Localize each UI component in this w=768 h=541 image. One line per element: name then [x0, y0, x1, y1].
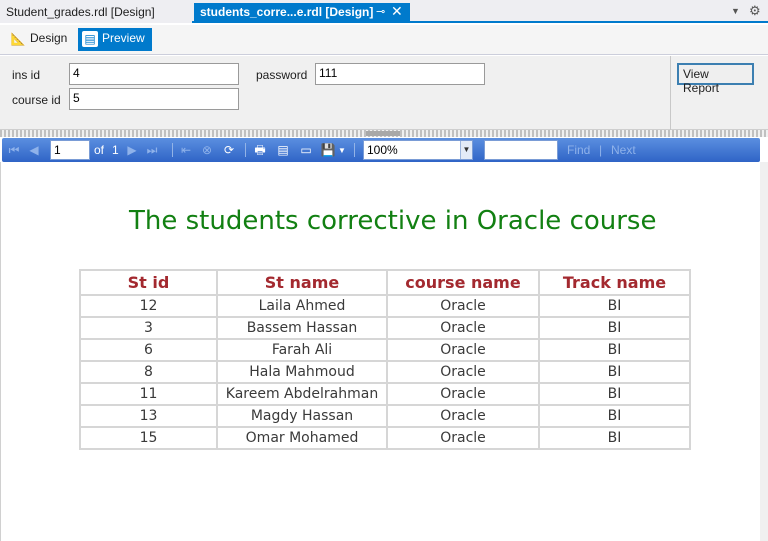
splitter[interactable] — [0, 130, 768, 137]
column-header: Track name — [538, 269, 691, 296]
table-header-row: St id St name course name Track name — [79, 269, 691, 296]
report-toolbar: ⏮ ◀ 1 of 1 ▶ ⏭ ⇤ ⊗ ⟳ 🖶 ▤ ▭ 💾 ▼ 100% ▼ Fi… — [2, 138, 760, 162]
first-page-icon[interactable]: ⏮ — [6, 142, 22, 158]
design-icon: 📐 — [10, 32, 26, 46]
table-cell: Hala Mahmoud — [216, 360, 388, 384]
table-cell: Kareem Abdelrahman — [216, 382, 388, 406]
course-id-label: course id — [12, 93, 61, 107]
tab-label: students_corre...e.rdl [Design] — [200, 5, 374, 19]
table-cell: Oracle — [386, 338, 540, 362]
divider — [670, 56, 671, 130]
table-cell: 11 — [79, 382, 218, 406]
report-table: St id St name course name Track name 12 L… — [79, 269, 691, 450]
tab-students-corrective[interactable]: students_corre...e.rdl [Design] ⊸ ✕ — [194, 3, 410, 23]
stop-icon[interactable]: ⊗ — [199, 142, 215, 158]
previous-page-icon[interactable]: ◀ — [26, 142, 42, 158]
table-cell: Oracle — [386, 426, 540, 450]
zoom-value: 100% — [367, 143, 398, 157]
table-cell: Bassem Hassan — [216, 316, 388, 340]
table-cell: BI — [538, 404, 691, 428]
pin-icon[interactable]: ⊸ — [376, 5, 385, 18]
table-cell: Omar Mohamed — [216, 426, 388, 450]
table-cell: 8 — [79, 360, 218, 384]
splitter-grip[interactable] — [366, 131, 400, 136]
report-parameters-panel: ins id 4 password 111 course id 5 View R… — [0, 56, 768, 130]
table-cell: 15 — [79, 426, 218, 450]
print-layout-icon[interactable]: ▤ — [275, 142, 291, 158]
table-cell: 6 — [79, 338, 218, 362]
design-button[interactable]: 📐 Design — [6, 28, 74, 51]
find-link[interactable]: Find — [567, 143, 590, 157]
page-setup-icon[interactable]: ▭ — [298, 142, 314, 158]
table-cell: Oracle — [386, 294, 540, 318]
course-id-field[interactable]: 5 — [69, 88, 239, 110]
preview-button[interactable]: ▤ Preview — [78, 28, 152, 51]
report-title: The students corrective in Oracle course — [129, 206, 657, 236]
tab-label: Student_grades.rdl [Design] — [6, 5, 155, 19]
ins-id-field[interactable]: 4 — [69, 63, 239, 85]
next-link[interactable]: Next — [611, 143, 636, 157]
page-number-input[interactable]: 1 — [50, 140, 90, 160]
separator — [172, 143, 173, 157]
table-cell: Oracle — [386, 316, 540, 340]
table-cell: 12 — [79, 294, 218, 318]
password-label: password — [256, 68, 308, 82]
table-cell: BI — [538, 382, 691, 406]
password-field[interactable]: 111 — [315, 63, 485, 85]
tab-student-grades[interactable]: Student_grades.rdl [Design] — [0, 3, 192, 23]
zoom-select[interactable]: 100% ▼ — [363, 140, 473, 160]
total-pages: 1 — [112, 143, 119, 157]
table-cell: Farah Ali — [216, 338, 388, 362]
ins-id-label: ins id — [12, 68, 41, 82]
table-cell: BI — [538, 426, 691, 450]
table-cell: Oracle — [386, 382, 540, 406]
back-icon[interactable]: ⇤ — [178, 142, 194, 158]
find-input[interactable] — [484, 140, 558, 160]
table-cell: BI — [538, 316, 691, 340]
column-header: course name — [386, 269, 540, 296]
preview-label: Preview — [102, 31, 145, 46]
table-cell: BI — [538, 294, 691, 318]
view-report-button[interactable]: View Report — [677, 63, 754, 95]
table-row: 11 Kareem Abdelrahman Oracle BI — [79, 382, 691, 406]
table-row: 12 Laila Ahmed Oracle BI — [79, 294, 691, 318]
chevron-down-icon[interactable]: ▼ — [460, 141, 472, 159]
table-row: 3 Bassem Hassan Oracle BI — [79, 316, 691, 340]
separator — [245, 143, 246, 157]
last-page-icon[interactable]: ⏭ — [144, 142, 160, 158]
print-icon[interactable]: 🖶 — [252, 142, 268, 158]
separator — [354, 143, 355, 157]
next-page-icon[interactable]: ▶ — [124, 142, 140, 158]
table-row: 8 Hala Mahmoud Oracle BI — [79, 360, 691, 384]
export-dropdown-icon[interactable]: ▼ — [338, 146, 346, 155]
table-cell: Magdy Hassan — [216, 404, 388, 428]
table-row: 13 Magdy Hassan Oracle BI — [79, 404, 691, 428]
column-header: St name — [216, 269, 388, 296]
report-viewer: The students corrective in Oracle course… — [0, 162, 768, 541]
table-cell: Oracle — [386, 360, 540, 384]
table-cell: 3 — [79, 316, 218, 340]
column-header: St id — [79, 269, 218, 296]
table-cell: Laila Ahmed — [216, 294, 388, 318]
table-cell: BI — [538, 338, 691, 362]
vertical-scrollbar[interactable] — [760, 162, 768, 541]
find-separator: | — [599, 143, 603, 157]
table-row: 6 Farah Ali Oracle BI — [79, 338, 691, 362]
design-label: Design — [30, 31, 68, 46]
view-mode-bar: 📐 Design ▤ Preview — [0, 25, 768, 55]
document-tab-bar: Student_grades.rdl [Design] students_cor… — [0, 0, 768, 23]
refresh-icon[interactable]: ⟳ — [221, 142, 237, 158]
table-cell: 13 — [79, 404, 218, 428]
preview-icon: ▤ — [82, 31, 98, 47]
export-icon[interactable]: 💾 — [320, 142, 336, 158]
of-label: of — [94, 143, 105, 157]
tab-dropdown-icon[interactable]: ▼ — [731, 6, 740, 16]
table-cell: Oracle — [386, 404, 540, 428]
close-icon[interactable]: ✕ — [391, 3, 403, 20]
gear-icon[interactable]: ⚙ — [749, 3, 761, 19]
table-row: 15 Omar Mohamed Oracle BI — [79, 426, 691, 450]
table-cell: BI — [538, 360, 691, 384]
